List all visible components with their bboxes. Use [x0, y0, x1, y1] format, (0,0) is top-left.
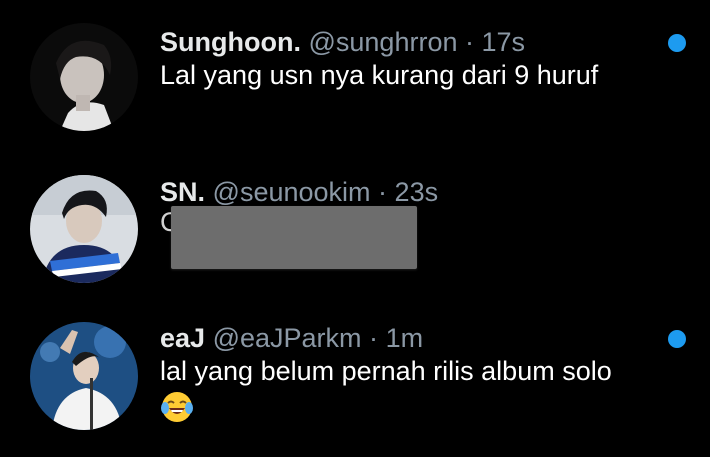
tweet-header: Sunghoon. @sunghrron · 17s [160, 26, 525, 58]
separator: · [465, 27, 474, 57]
avatar[interactable] [30, 175, 138, 283]
redaction-box [171, 206, 417, 269]
avatar-person-icon [30, 175, 138, 283]
handle[interactable]: @seunookim [213, 177, 371, 207]
face-with-tears-of-joy-emoji-icon [160, 390, 194, 424]
notification-item[interactable]: SN. @seunookim · 23s C [0, 150, 710, 300]
timestamp[interactable]: 1m [386, 323, 424, 353]
notification-feed: Sunghoon. @sunghrron · 17s Lal yang usn … [0, 0, 710, 457]
tweet-text: Lal yang usn nya kurang dari 9 huruf [160, 60, 599, 90]
tweet-header: SN. @seunookim · 23s [160, 176, 438, 208]
unread-indicator-icon [668, 330, 686, 348]
tweet-text: lal yang belum pernah rilis album solo [160, 356, 612, 386]
unread-indicator-icon [668, 34, 686, 52]
timestamp[interactable]: 17s [482, 27, 526, 57]
display-name[interactable]: Sunghoon. [160, 27, 301, 57]
display-name[interactable]: SN. [160, 177, 205, 207]
notification-item[interactable]: Sunghoon. @sunghrron · 17s Lal yang usn … [0, 0, 710, 150]
tweet-header: eaJ @eaJParkm · 1m [160, 322, 423, 354]
avatar[interactable] [30, 322, 138, 430]
display-name[interactable]: eaJ [160, 323, 205, 353]
avatar-person-icon [30, 322, 138, 430]
avatar-person-icon [30, 23, 138, 131]
handle[interactable]: @eaJParkm [213, 323, 362, 353]
notification-item[interactable]: eaJ @eaJParkm · 1m lal yang belum pernah… [0, 300, 710, 457]
separator: · [369, 323, 379, 353]
avatar[interactable] [30, 23, 138, 131]
timestamp[interactable]: 23s [395, 177, 439, 207]
handle[interactable]: @sunghrron [308, 27, 457, 57]
separator: · [378, 177, 388, 207]
